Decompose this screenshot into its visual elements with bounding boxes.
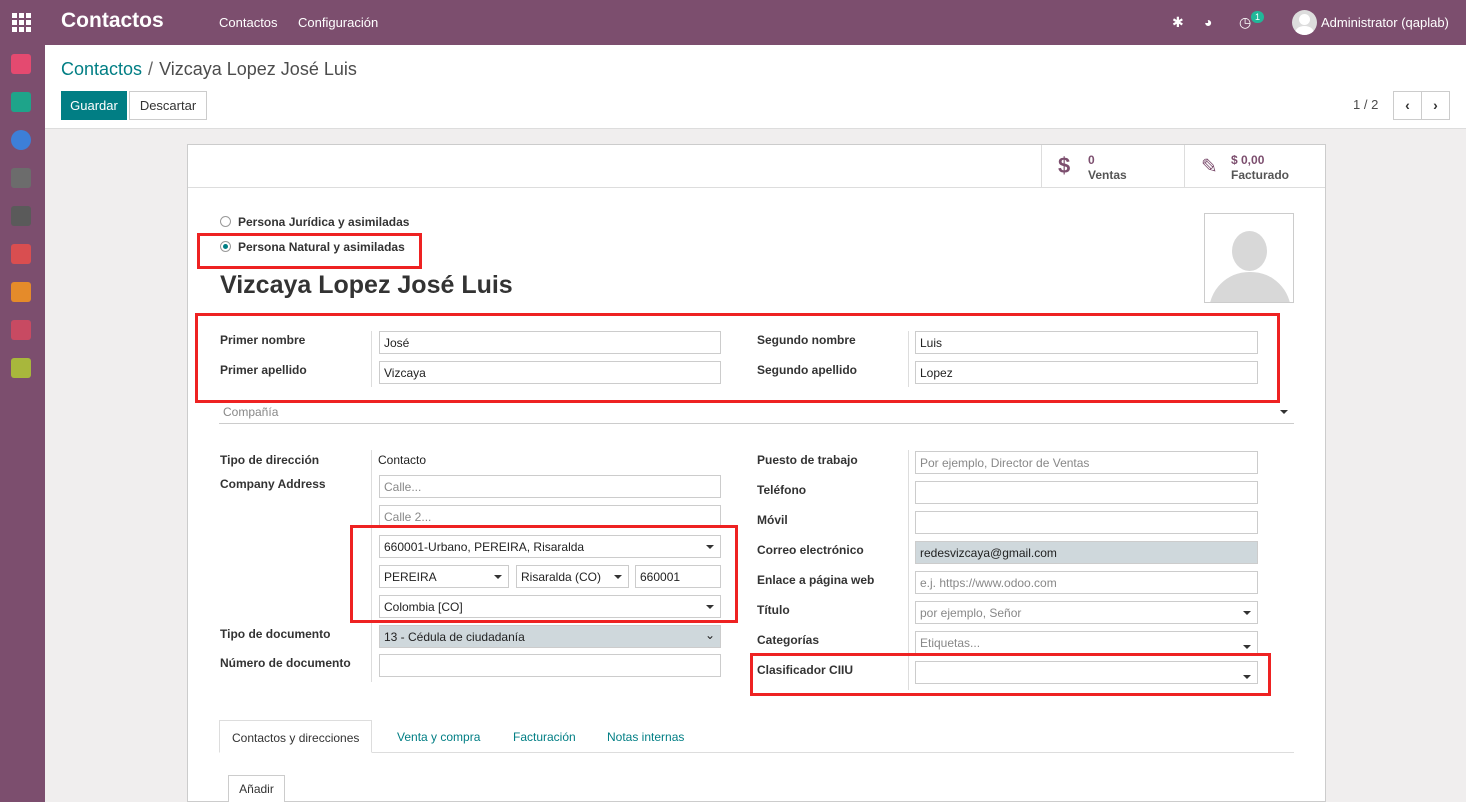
breadcrumb-root[interactable]: Contactos [61, 59, 142, 79]
street2-input[interactable]: Calle 2... [379, 505, 721, 528]
web-input[interactable]: e.j. https://www.odoo.com [915, 571, 1258, 594]
state-select[interactable]: Risaralda (CO) [516, 565, 629, 588]
segundo-nombre-label: Segundo nombre [757, 333, 856, 347]
segundo-apellido-label: Segundo apellido [757, 363, 858, 377]
primer-nombre-input[interactable]: José [379, 331, 721, 354]
invoiced-label: Facturado [1231, 168, 1290, 182]
sales-count: 0 [1088, 153, 1095, 167]
menu-configuracion[interactable]: Configuración [298, 15, 378, 30]
telefono-input[interactable] [915, 481, 1258, 504]
top-navbar: Contactos Contactos Configuración ✱ ◕ ◷ … [0, 0, 1466, 45]
user-avatar[interactable] [1292, 10, 1317, 35]
categorias-label: Categorías [757, 633, 820, 647]
pager-previous-button[interactable]: ‹ [1393, 91, 1422, 120]
puesto-input[interactable]: Por ejemplo, Director de Ventas [915, 451, 1258, 474]
street-input[interactable]: Calle... [379, 475, 721, 498]
add-button[interactable]: Añadir [228, 775, 285, 802]
tab-facturacion[interactable]: Facturación [513, 720, 576, 753]
numero-documento-input[interactable] [379, 654, 721, 677]
control-panel: Contactos / Vizcaya Lopez José Luis Guarda… [45, 45, 1466, 129]
invoice-edit-icon: ✎ [1201, 156, 1218, 178]
categorias-select[interactable]: Etiquetas... [915, 631, 1258, 654]
city-select[interactable]: PEREIRA [379, 565, 509, 588]
document-icon[interactable] [11, 282, 31, 302]
user-menu[interactable]: Administrator (qaplab) [1321, 15, 1449, 30]
save-button[interactable]: Guardar [61, 91, 127, 120]
radio-persona-juridica[interactable]: Persona Jurídica y asimiladas [220, 215, 409, 229]
pager-next-button[interactable]: › [1421, 91, 1450, 120]
movil-label: Móvil [757, 513, 788, 527]
titulo-label: Título [757, 603, 790, 617]
apps-icon[interactable] [11, 320, 31, 340]
titulo-select[interactable]: por ejemplo, Señor [915, 601, 1258, 624]
app-sidebar [0, 45, 45, 802]
breadcrumb-current: Vizcaya Lopez José Luis [159, 59, 357, 79]
contact-photo[interactable] [1204, 213, 1294, 303]
inventory-icon[interactable] [11, 244, 31, 264]
tab-contactos-direcciones[interactable]: Contactos y direcciones [219, 720, 373, 753]
tipo-documento-select[interactable]: 13 - Cédula de ciudadanía ⌄ [379, 625, 721, 648]
form-sheet: $ 0 Ventas ✎ $ 0,00 Facturado Persona Ju… [187, 144, 1326, 802]
activity-count-badge: 1 [1251, 11, 1265, 23]
pager-value: 1 / 2 [1353, 97, 1379, 112]
annotation-box-names [195, 313, 1280, 403]
zip-input[interactable]: 660001 [635, 565, 721, 588]
app-brand: Contactos [61, 9, 164, 32]
breadcrumb: Contactos / Vizcaya Lopez José Luis [61, 59, 357, 79]
country-select[interactable]: Colombia [CO] [379, 595, 721, 618]
contacts-icon[interactable] [11, 92, 31, 112]
telefono-label: Teléfono [757, 483, 807, 497]
notebook-tabs: Contactos y direcciones Venta y compra F… [219, 720, 1294, 753]
postal-code-select[interactable]: 660001-Urbano, PEREIRA, Risaralda [379, 535, 721, 558]
chevron-down-icon: ⌄ [704, 628, 715, 642]
website-icon[interactable] [11, 130, 31, 150]
radio-persona-natural[interactable]: Persona Natural y asimiladas [220, 240, 405, 254]
invoiced-amount: $ 0,00 [1231, 153, 1265, 167]
tab-venta-compra[interactable]: Venta y compra [397, 720, 480, 753]
numero-documento-label: Número de documento [220, 656, 351, 670]
tipo-documento-label: Tipo de documento [220, 627, 331, 641]
company-address-label: Company Address [220, 477, 326, 491]
segundo-nombre-input[interactable]: Luis [915, 331, 1258, 354]
discuss-icon[interactable] [11, 54, 31, 74]
primer-apellido-input[interactable]: Vizcaya [379, 361, 721, 384]
correo-label: Correo electrónico [757, 543, 864, 557]
puesto-label: Puesto de trabajo [757, 453, 858, 467]
ciiu-select[interactable] [915, 661, 1258, 684]
dollar-icon: $ [1058, 153, 1071, 178]
primer-nombre-label: Primer nombre [220, 333, 306, 347]
ciiu-label: Clasificador CIIU [757, 663, 854, 677]
activity-clock-icon[interactable]: ◷ [1239, 14, 1251, 31]
invoiced-smart-button[interactable]: ✎ $ 0,00 Facturado [1184, 145, 1325, 188]
app-menu-icon[interactable] [12, 13, 32, 32]
primer-apellido-label: Primer apellido [220, 363, 307, 377]
settings-icon[interactable] [11, 358, 31, 378]
web-label: Enlace a página web [757, 573, 875, 587]
segundo-apellido-input[interactable]: Lopez [915, 361, 1258, 384]
tipo-direccion-value[interactable]: Contacto [378, 453, 426, 467]
button-box: $ 0 Ventas ✎ $ 0,00 Facturado [188, 145, 1325, 188]
sales-label: Ventas [1088, 168, 1127, 182]
discard-button[interactable]: Descartar [129, 91, 207, 120]
sales-smart-button[interactable]: $ 0 Ventas [1041, 145, 1184, 188]
tab-notas-internas[interactable]: Notas internas [607, 720, 684, 753]
chat-icon[interactable]: ◕ [1204, 14, 1212, 30]
radio-button[interactable] [220, 216, 231, 227]
record-title: Vizcaya Lopez José Luis [220, 271, 513, 299]
link-icon[interactable] [11, 206, 31, 226]
company-select[interactable]: Compañía [219, 401, 1294, 424]
movil-input[interactable] [915, 511, 1258, 534]
radio-button-selected[interactable] [220, 241, 231, 252]
pos-icon[interactable] [11, 168, 31, 188]
correo-input[interactable]: redesvizcaya@gmail.com [915, 541, 1258, 564]
menu-contactos[interactable]: Contactos [219, 15, 278, 30]
bug-icon[interactable]: ✱ [1172, 14, 1184, 31]
tipo-direccion-label: Tipo de dirección [220, 453, 320, 467]
